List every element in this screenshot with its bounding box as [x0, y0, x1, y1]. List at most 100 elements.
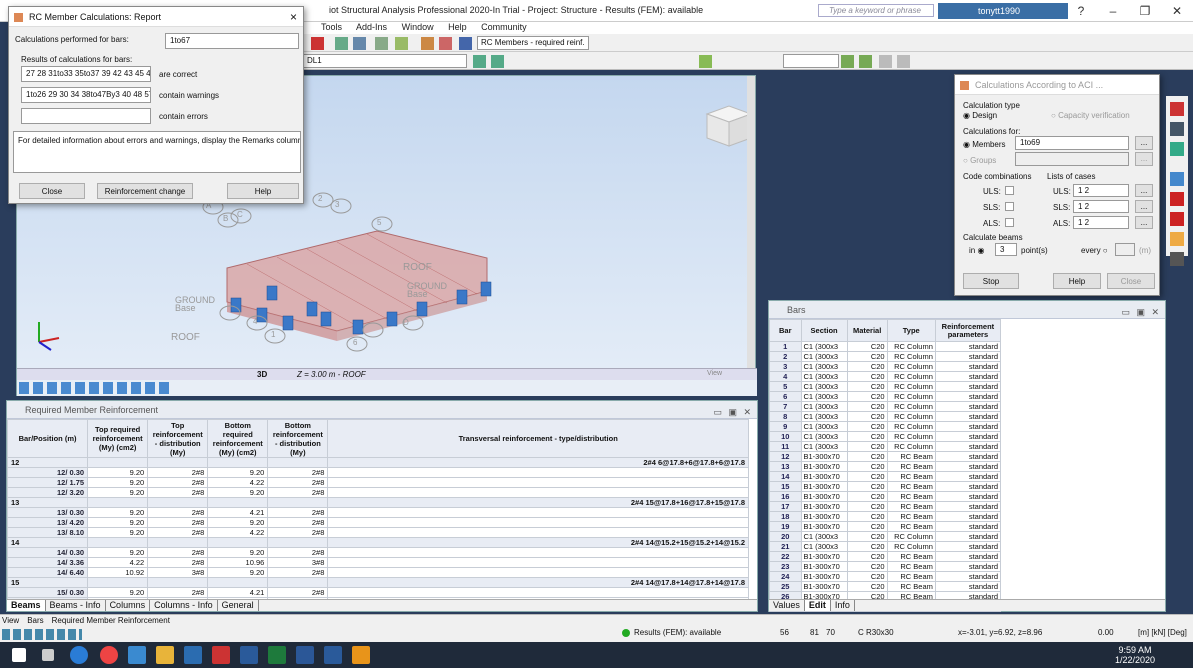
tab-columns-info[interactable]: Columns - Info: [150, 600, 218, 611]
close-button-aci[interactable]: Close: [1107, 273, 1155, 289]
windows-start-icon[interactable]: [12, 648, 26, 662]
close-button[interactable]: Close: [19, 183, 85, 199]
table-row[interactable]: 11 C1 (300x3 C20 RC Column standard: [769, 441, 1002, 452]
table-row[interactable]: 12/ 1.75 9.20 2#8 4.22 2#8: [6, 477, 749, 488]
reinforcement-table[interactable]: Bar/Position (m) Top required reinforceme…: [6, 419, 749, 608]
view-icon[interactable]: [1170, 232, 1184, 246]
next-case-icon[interactable]: [491, 55, 504, 68]
table-row[interactable]: 13/ 0.30 9.20 2#8 4.21 2#8: [6, 507, 749, 518]
section-icon[interactable]: [1170, 122, 1184, 136]
view-tools-icons[interactable]: [19, 382, 169, 394]
sls-field[interactable]: 1 2: [1073, 200, 1129, 213]
als-checkbox[interactable]: [1005, 218, 1014, 227]
table-row[interactable]: 24 B1-300x70 C20 RC Beam standard: [769, 571, 1002, 582]
filter-icon[interactable]: [841, 55, 854, 68]
sls-dots-button[interactable]: ...: [1135, 200, 1153, 213]
beam-icon[interactable]: [1170, 102, 1184, 116]
selection-combo[interactable]: [783, 54, 839, 68]
table-row[interactable]: 13 B1-300x70 C20 RC Beam standard: [769, 461, 1002, 472]
outlook-icon[interactable]: [184, 646, 202, 664]
capacity-radio[interactable]: ○ Capacity verification: [1051, 111, 1130, 120]
table-row[interactable]: 12 B1-300x70 C20 RC Beam standard: [769, 451, 1002, 462]
bars-col-header[interactable]: Material: [846, 319, 888, 342]
table-row[interactable]: 12 2#4 6@17.8+6@17.8+6@17.8: [6, 457, 749, 468]
als-field[interactable]: 1 2: [1073, 216, 1129, 229]
help-button[interactable]: ?: [1065, 0, 1097, 22]
reinf-col-header[interactable]: Top required reinforcement (My) (cm2): [87, 419, 149, 458]
uls-field[interactable]: 1 2: [1073, 184, 1129, 197]
table-row[interactable]: 15/ 0.30 9.20 2#8 4.21 2#8: [6, 587, 749, 598]
explorer-icon[interactable]: [156, 646, 174, 664]
table-row[interactable]: 7 C1 (300x3 C20 RC Column standard: [769, 401, 1002, 412]
status-units[interactable]: [m] [kN] [Deg]: [1138, 628, 1187, 637]
table-row[interactable]: 12/ 0.30 9.20 2#8 9.20 2#8: [6, 467, 749, 478]
table-view-icon[interactable]: [1170, 172, 1184, 186]
bars-window-controls[interactable]: ▭ ▣ ✕: [1121, 303, 1161, 321]
in-radio[interactable]: in ◉: [969, 246, 984, 255]
status-tool-icons[interactable]: [2, 629, 82, 640]
table-row[interactable]: 14/ 3.36 4.22 2#8 10.96 3#8: [6, 557, 749, 568]
revit-icon[interactable]: [240, 646, 258, 664]
user-account[interactable]: tonytt1990: [938, 3, 1068, 19]
table-row[interactable]: 2 C1 (300x3 C20 RC Column standard: [769, 351, 1002, 362]
uls-dots-button[interactable]: ...: [1135, 184, 1153, 197]
table-row[interactable]: 15 2#4 14@17.8+14@17.8+14@17.8: [6, 577, 749, 588]
uls-checkbox[interactable]: [1005, 186, 1014, 195]
table-row[interactable]: 5 C1 (300x3 C20 RC Column standard: [769, 381, 1002, 392]
view-mode[interactable]: 3D: [257, 370, 267, 379]
table-row[interactable]: 25 B1-300x70 C20 RC Beam standard: [769, 581, 1002, 592]
tab-beams[interactable]: Beams: [7, 600, 46, 611]
search-input[interactable]: Type a keyword or phrase: [818, 4, 934, 17]
grid2-icon[interactable]: [897, 55, 910, 68]
groups-radio[interactable]: ○ Groups: [963, 156, 996, 165]
table-row[interactable]: 16 B1-300x70 C20 RC Beam standard: [769, 491, 1002, 502]
tab-edit[interactable]: Edit: [804, 600, 831, 611]
table-row[interactable]: 22 B1-300x70 C20 RC Beam standard: [769, 551, 1002, 562]
table-icon[interactable]: [459, 37, 472, 50]
members-field[interactable]: 1to69: [1015, 136, 1129, 150]
zoom-window-icon[interactable]: [353, 37, 366, 50]
reinforcement-change-button[interactable]: Reinforcement change: [97, 183, 193, 199]
table-row[interactable]: 13 2#4 15@17.8+16@17.8+15@17.8: [6, 497, 749, 508]
close-window-button[interactable]: ✕: [1161, 0, 1193, 22]
material-icon[interactable]: [1170, 142, 1184, 156]
autocad-icon[interactable]: [212, 646, 230, 664]
support-icon[interactable]: [1170, 192, 1184, 206]
reinf-col-header[interactable]: Bottom reinforcement - distribution (My): [267, 419, 329, 458]
tab-columns[interactable]: Columns: [106, 600, 151, 611]
stop-button[interactable]: Stop: [963, 273, 1019, 289]
table-row[interactable]: 9 C1 (300x3 C20 RC Column standard: [769, 421, 1002, 432]
menu-window[interactable]: Window: [402, 22, 434, 32]
reinf-col-header[interactable]: Top reinforcement - distribution (My): [147, 419, 209, 458]
table-row[interactable]: 6 C1 (300x3 C20 RC Column standard: [769, 391, 1002, 402]
maximize-button[interactable]: ❐: [1129, 0, 1161, 22]
bars-col-header[interactable]: Section: [800, 319, 848, 342]
table-row[interactable]: 14/ 6.40 10.92 3#8 9.20 2#8: [6, 567, 749, 578]
load-icon[interactable]: [395, 37, 408, 50]
table-row[interactable]: 13/ 4.20 9.20 2#8 9.20 2#8: [6, 517, 749, 528]
design-radio[interactable]: ◉ Design: [963, 111, 997, 120]
members-dots-button[interactable]: ...: [1135, 136, 1153, 150]
task-view-icon[interactable]: [42, 649, 54, 661]
edge-icon[interactable]: [70, 646, 88, 664]
every-radio[interactable]: every ○: [1081, 246, 1108, 255]
view-scrollbar[interactable]: [747, 76, 755, 368]
table-row[interactable]: 18 B1-300x70 C20 RC Beam standard: [769, 511, 1002, 522]
lock-icon[interactable]: [311, 37, 324, 50]
tab-required-reinf[interactable]: Required Member Reinforcement: [52, 616, 170, 625]
table-row[interactable]: 15 B1-300x70 C20 RC Beam standard: [769, 481, 1002, 492]
minimize-button[interactable]: –: [1097, 0, 1129, 22]
structure-icon[interactable]: [375, 37, 388, 50]
menu-addins[interactable]: Add-Ins: [356, 22, 387, 32]
report-close-x[interactable]: ×: [290, 7, 297, 27]
tab-values[interactable]: Values: [769, 600, 805, 611]
tab-bars[interactable]: Bars: [27, 616, 43, 625]
bars-col-header[interactable]: Type: [886, 319, 936, 342]
table-row[interactable]: 10 C1 (300x3 C20 RC Column standard: [769, 431, 1002, 442]
members-radio[interactable]: ◉ Members: [963, 140, 1006, 149]
grid-icon[interactable]: [879, 55, 892, 68]
table-row[interactable]: 8 C1 (300x3 C20 RC Column standard: [769, 411, 1002, 422]
tab-general[interactable]: General: [218, 600, 259, 611]
table-row[interactable]: 14 B1-300x70 C20 RC Beam standard: [769, 471, 1002, 482]
points-field[interactable]: 3: [995, 243, 1017, 256]
